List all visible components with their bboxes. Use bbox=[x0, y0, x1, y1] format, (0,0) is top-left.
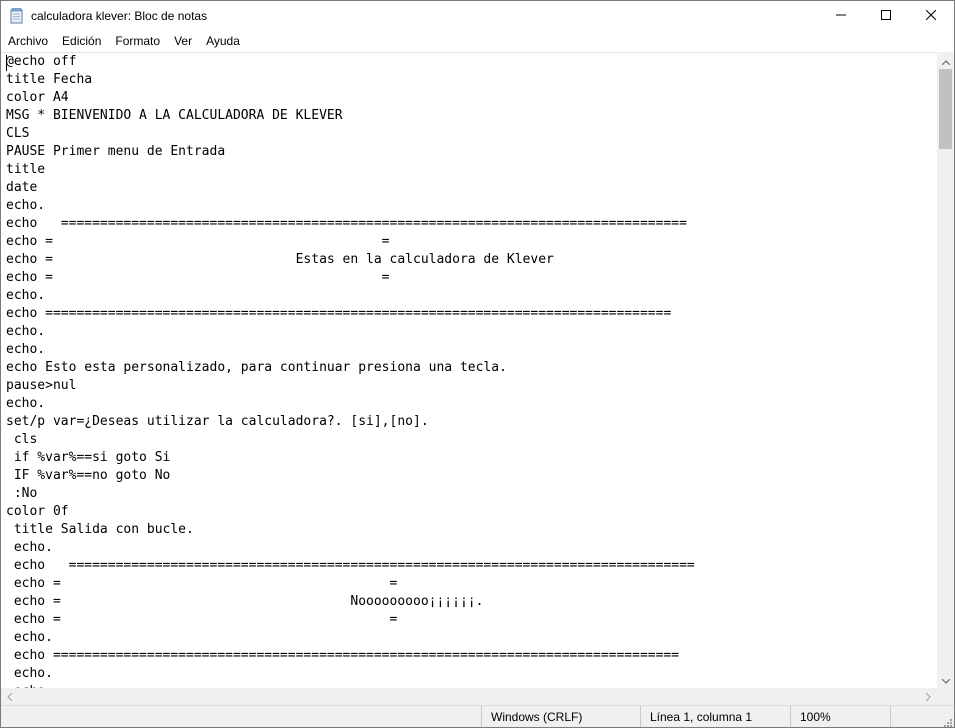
scrollbar-corner bbox=[937, 688, 954, 705]
editor-line[interactable]: title bbox=[6, 161, 695, 179]
status-line-ending: Windows (CRLF) bbox=[481, 706, 582, 727]
editor-line[interactable]: echo = Estas en la calculadora de Klever bbox=[6, 251, 695, 269]
text-editor[interactable]: @echo off title Fecha color A4 MSG * BIENVE… bbox=[1, 52, 937, 689]
editor-line[interactable]: PAUSE Primer menu de Entrada bbox=[6, 143, 695, 161]
editor-line[interactable]: cls bbox=[6, 431, 695, 449]
chevron-left-icon bbox=[7, 688, 13, 706]
notepad-window: calculadora klever: Bloc de notas Archiv… bbox=[0, 0, 955, 728]
chevron-right-icon bbox=[925, 688, 931, 706]
editor-line[interactable]: echo. bbox=[6, 287, 695, 305]
maximize-icon bbox=[881, 7, 891, 25]
status-divider bbox=[890, 706, 891, 727]
scroll-down-button[interactable] bbox=[937, 671, 954, 688]
editor-line[interactable]: echo. bbox=[6, 341, 695, 359]
editor-line[interactable]: echo. bbox=[6, 323, 695, 341]
editor-line[interactable]: @echo off bbox=[6, 53, 695, 71]
editor-line[interactable]: pause>nul bbox=[6, 377, 695, 395]
editor-line[interactable]: echo = = bbox=[6, 233, 695, 251]
chevron-down-icon bbox=[941, 671, 950, 689]
scroll-up-button[interactable] bbox=[937, 52, 954, 69]
menu-archivo[interactable]: Archivo bbox=[1, 31, 55, 51]
editor-line[interactable]: echo = Nooooooooo¡¡¡¡¡¡. bbox=[6, 593, 695, 611]
editor-line[interactable]: echo = = bbox=[6, 611, 695, 629]
maximize-button[interactable] bbox=[863, 1, 909, 31]
editor-line[interactable]: CLS bbox=[6, 125, 695, 143]
notepad-icon bbox=[10, 8, 24, 24]
editor-line[interactable]: echo. bbox=[6, 539, 695, 557]
editor-line[interactable]: IF %var%==no goto No bbox=[6, 467, 695, 485]
window-title: calculadora klever: Bloc de notas bbox=[31, 9, 208, 23]
minimize-icon bbox=[836, 7, 846, 25]
editor-line[interactable]: echo. bbox=[6, 197, 695, 215]
editor-line[interactable]: title Salida con bucle. bbox=[6, 521, 695, 539]
menu-formato[interactable]: Formato bbox=[108, 31, 167, 51]
title-bar[interactable]: calculadora klever: Bloc de notas bbox=[1, 1, 954, 31]
editor-line[interactable]: echo. bbox=[6, 665, 695, 683]
editor-line[interactable]: echo ===================================… bbox=[6, 557, 695, 575]
scroll-right-button[interactable] bbox=[920, 688, 937, 705]
editor-line[interactable]: if %var%==si goto Si bbox=[6, 449, 695, 467]
editor-line[interactable]: :No bbox=[6, 485, 695, 503]
editor-line[interactable]: echo. bbox=[6, 395, 695, 413]
menu-bar: Archivo Edición Formato Ver Ayuda bbox=[1, 31, 954, 51]
editor-line[interactable]: color A4 bbox=[6, 89, 695, 107]
editor-line[interactable]: echo = = bbox=[6, 269, 695, 287]
editor-line[interactable]: set/p var=¿Deseas utilizar la calculador… bbox=[6, 413, 695, 431]
close-icon bbox=[925, 7, 937, 25]
menu-ayuda[interactable]: Ayuda bbox=[199, 31, 247, 51]
status-cursor-position: Línea 1, columna 1 bbox=[640, 706, 752, 727]
chevron-up-icon bbox=[941, 52, 950, 70]
close-button[interactable] bbox=[908, 1, 954, 31]
editor-line[interactable]: color 0f bbox=[6, 503, 695, 521]
editor-line[interactable]: date bbox=[6, 179, 695, 197]
vertical-scrollbar[interactable] bbox=[937, 52, 954, 688]
minimize-button[interactable] bbox=[818, 1, 864, 31]
vertical-scroll-thumb[interactable] bbox=[939, 69, 952, 149]
resize-grip-icon[interactable] bbox=[942, 716, 952, 727]
horizontal-scrollbar[interactable] bbox=[1, 688, 937, 705]
menu-edicion[interactable]: Edición bbox=[55, 31, 108, 51]
editor-line[interactable]: echo ===================================… bbox=[6, 305, 695, 323]
editor-line[interactable]: echo. bbox=[6, 629, 695, 647]
status-zoom: 100% bbox=[790, 706, 831, 727]
editor-line[interactable]: MSG * BIENVENIDO A LA CALCULADORA DE KLE… bbox=[6, 107, 695, 125]
text-caret bbox=[6, 55, 7, 71]
editor-line[interactable]: echo Esto esta personalizado, para conti… bbox=[6, 359, 695, 377]
editor-line[interactable]: echo ===================================… bbox=[6, 647, 695, 665]
editor-line[interactable]: echo ===================================… bbox=[6, 215, 695, 233]
scroll-left-button[interactable] bbox=[1, 688, 18, 705]
editor-line[interactable]: title Fecha bbox=[6, 71, 695, 89]
menu-ver[interactable]: Ver bbox=[167, 31, 199, 51]
status-bar: Windows (CRLF) Línea 1, columna 1 100% bbox=[1, 705, 954, 727]
editor-line[interactable]: echo = = bbox=[6, 575, 695, 593]
editor-content[interactable]: @echo off title Fecha color A4 MSG * BIENVE… bbox=[6, 53, 695, 689]
